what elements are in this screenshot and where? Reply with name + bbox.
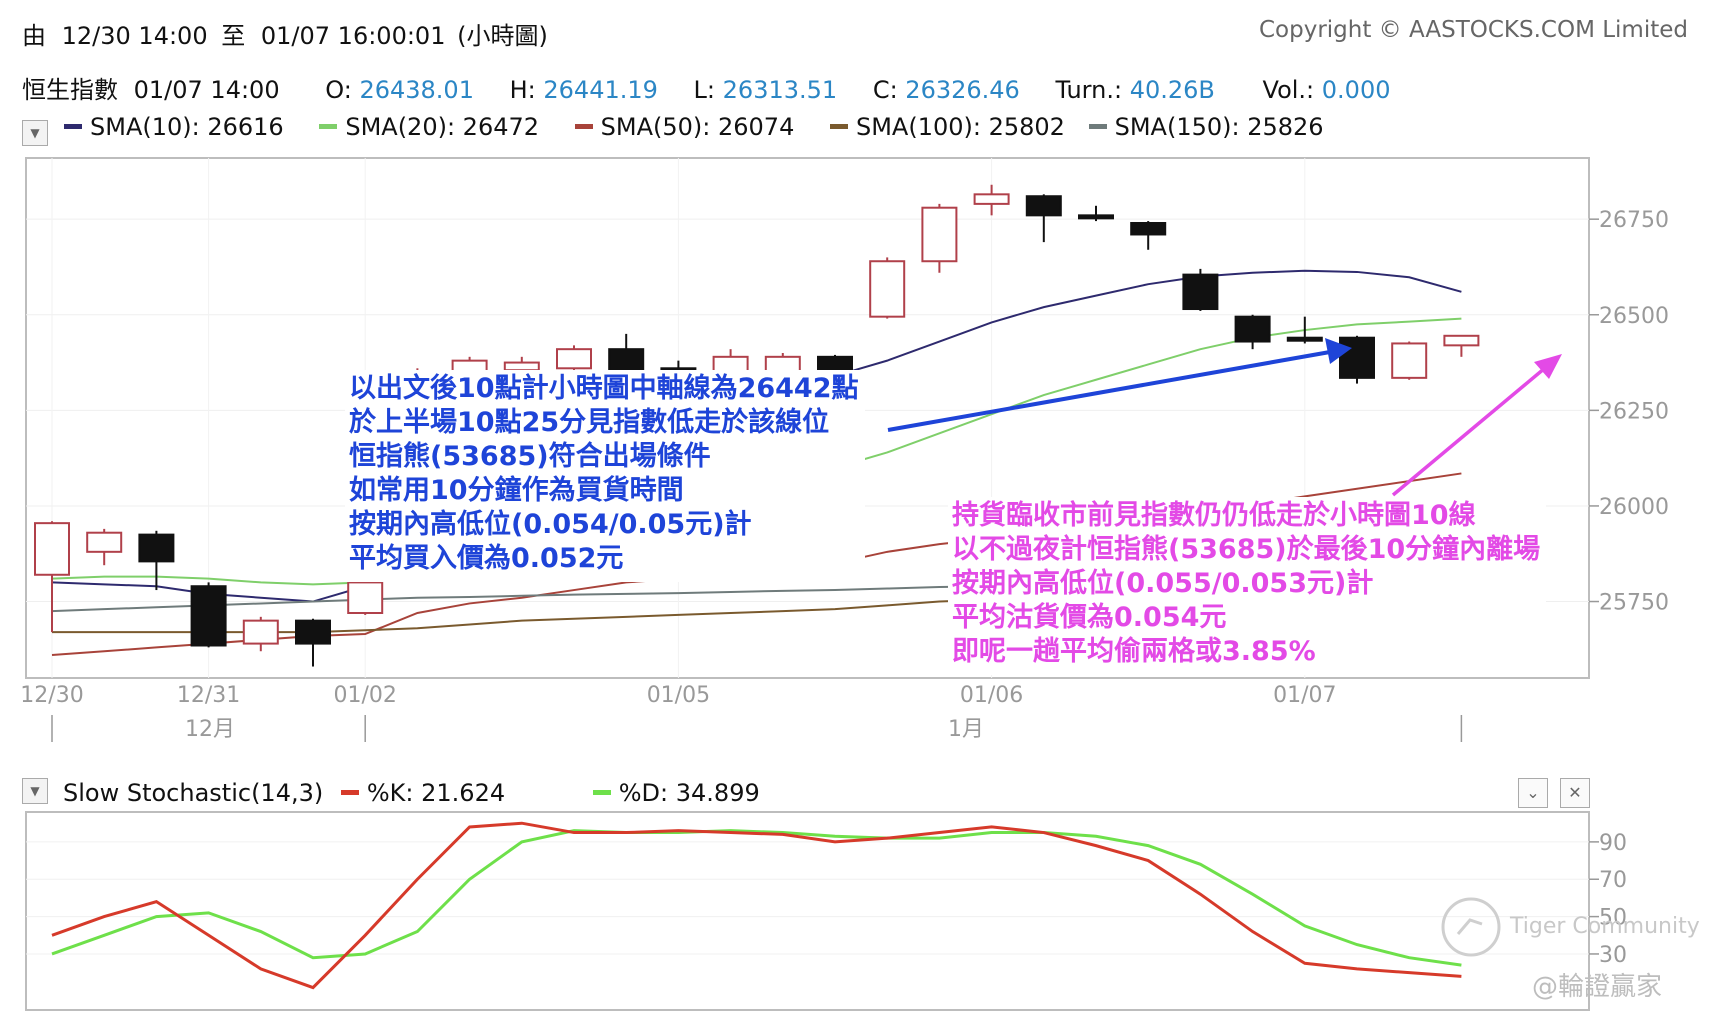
x-tick-label: 01/06: [960, 683, 1023, 708]
annotation-line: 於上半場10點25分見指數低走於該線位: [349, 407, 830, 438]
annotation-line: 平均買入價為0.052元: [349, 543, 624, 574]
y-tick-label: 30: [1599, 943, 1627, 968]
k-swatch: [340, 789, 359, 795]
y-tick-label: 26750: [1599, 208, 1669, 233]
annotation-line: 平均沽貨價為0.054元: [952, 602, 1227, 633]
y-tick-label: 26250: [1599, 399, 1669, 424]
d-swatch: [592, 789, 611, 795]
annotation-line: 即呢一趟平均偷兩格或3.85%: [952, 636, 1316, 667]
annotation-line: 如常用10分鐘作為買貨時間: [349, 475, 684, 506]
pink-annotation: 持貨臨收市前見指數仍仍低走於小時圖10線 以不過夜計恒指熊(53685)於最後1…: [948, 497, 1547, 675]
candle: [1339, 335, 1375, 384]
annotation-line: 以不過夜計恒指熊(53685)於最後10分鐘內離場: [952, 534, 1541, 565]
close-icon: ✕: [1568, 783, 1582, 802]
blue-annotation: 以出文後10點計小時圖中軸線為26442點 於上半場10點25分見指數低走於該線…: [345, 370, 865, 582]
stoch-dropdown-button[interactable]: ▼: [22, 778, 48, 804]
close-panel-button[interactable]: ✕: [1560, 778, 1590, 808]
watermark-author: @輪證贏家: [1532, 972, 1663, 1002]
stoch-legend: Slow Stochastic(14,3) %K: 21.624 %D: 34.…: [63, 779, 760, 807]
x-tick-label: 12/31: [177, 683, 240, 708]
candle: [190, 582, 227, 648]
dropdown-arrow-icon: ▼: [30, 784, 40, 798]
x-tick-label: 01/07: [1273, 683, 1336, 708]
collapse-panel-button[interactable]: ⌄: [1518, 778, 1548, 808]
y-tick-label: 26000: [1599, 495, 1669, 520]
y-tick-label: 70: [1599, 868, 1627, 893]
chevron-down-icon: ⌄: [1526, 783, 1540, 802]
annotation-line: 按期內高低位(0.054/0.05元)計: [349, 509, 752, 540]
stoch-title: Slow Stochastic(14,3): [63, 779, 324, 807]
annotation-line: 以出文後10點計小時圖中軸線為26442點: [349, 373, 859, 404]
y-tick-label: 25750: [1599, 591, 1669, 616]
y-tick-label: 90: [1599, 831, 1627, 856]
annotation-line: 恒指熊(53685)符合出場條件: [349, 441, 711, 472]
watermark-brand: Tiger Community: [1510, 914, 1700, 939]
candle: [347, 580, 384, 615]
y-tick-label: 26500: [1599, 304, 1669, 329]
x-tick-label: 01/05: [647, 683, 710, 708]
candle: [869, 257, 906, 319]
x-tick-label: 12/30: [20, 683, 83, 708]
month-label-jan: 1月: [948, 717, 984, 742]
x-tick-label: 01/02: [333, 683, 396, 708]
annotation-line: 按期內高低位(0.055/0.053元)計: [952, 568, 1374, 599]
tiger-logo-icon: [1441, 897, 1501, 957]
candle: [1182, 268, 1219, 311]
d-label: %D: 34.899: [618, 779, 760, 807]
month-label-dec: 12月: [185, 717, 235, 742]
candle: [1391, 341, 1428, 380]
annotation-line: 持貨臨收市前見指數仍仍低走於小時圖10線: [952, 500, 1476, 531]
k-label: %K: 21.624: [366, 779, 506, 807]
